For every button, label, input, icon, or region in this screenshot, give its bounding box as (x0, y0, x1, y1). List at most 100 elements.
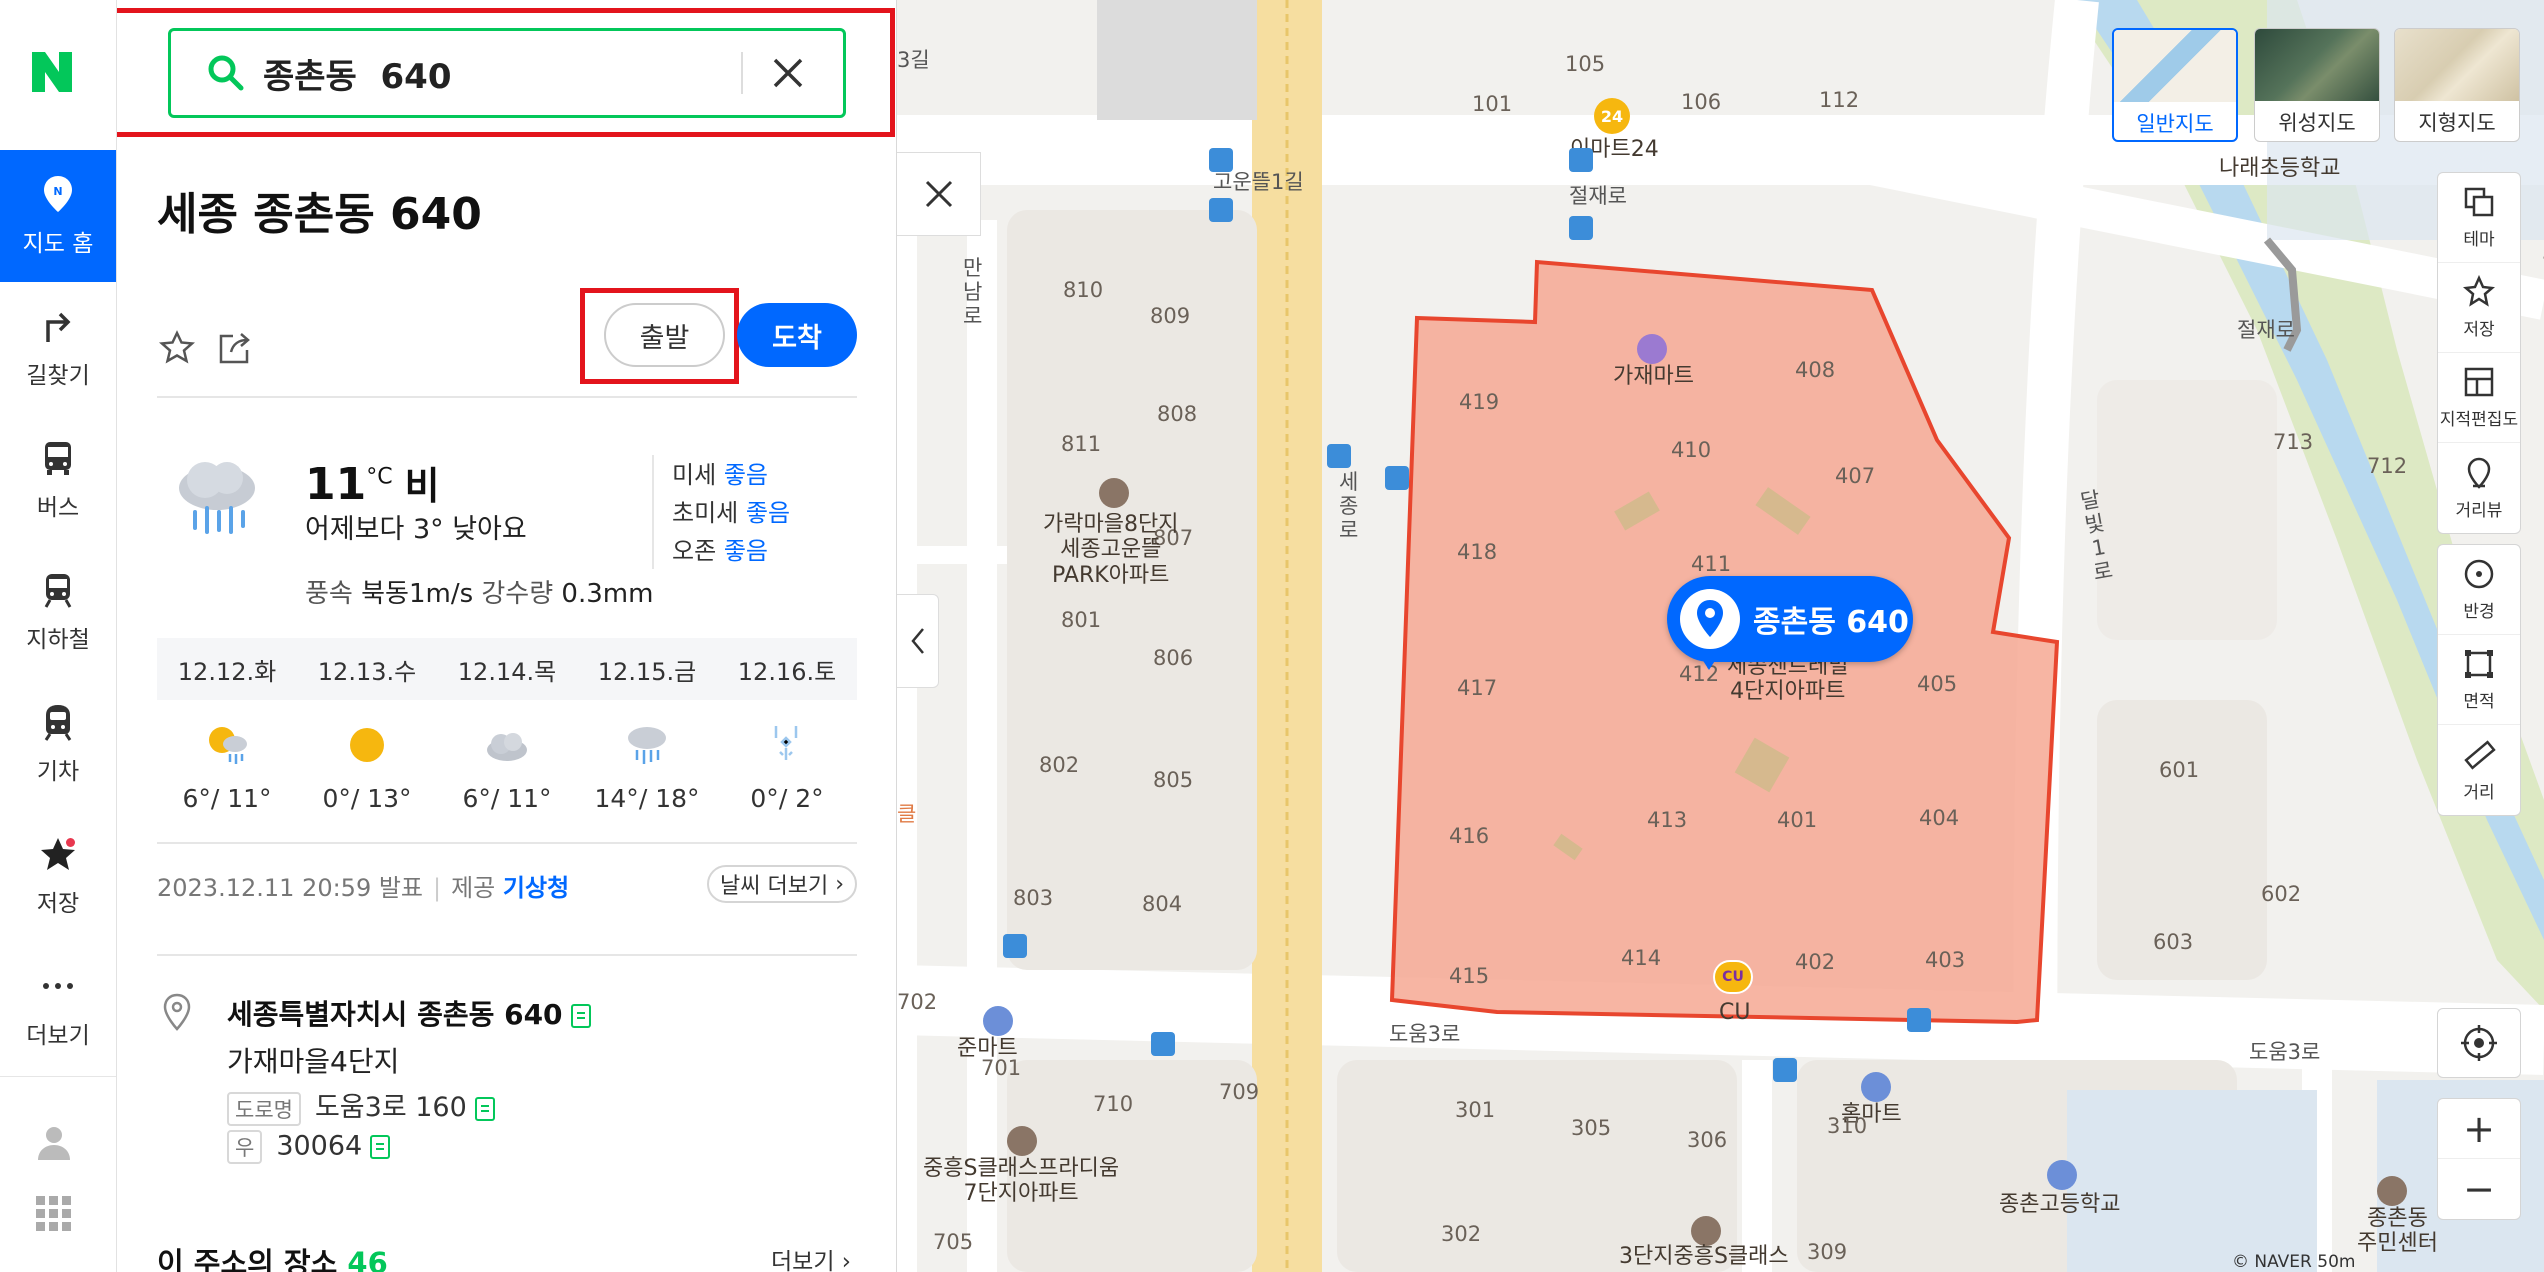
share-icon[interactable] (215, 328, 255, 368)
place-title: 세종 종촌동 640 (157, 189, 482, 240)
maptype-terrain[interactable]: 지형지도 (2394, 28, 2520, 142)
convenience-store-icon[interactable]: 24 (1594, 98, 1630, 134)
forecast-day: 12.13.수 (317, 657, 417, 686)
cloud-icon (487, 733, 527, 761)
poi-label[interactable]: 가락마을8단지 세종고운뜰 PARK아파트 (1043, 512, 1178, 588)
clear-search-icon[interactable] (771, 56, 805, 90)
arrive-button[interactable]: 도착 (737, 303, 857, 367)
places-more-link[interactable]: 더보기 › (771, 1242, 851, 1272)
zoom-in-button[interactable]: + (2438, 1099, 2520, 1159)
marker-tail (1700, 656, 1718, 670)
distance-button[interactable]: 거리 (2438, 725, 2520, 815)
bus-stop-icon[interactable] (1569, 216, 1593, 240)
rail-more[interactable]: 더보기 (0, 942, 116, 1074)
rain-icon (628, 727, 666, 764)
apartment-icon[interactable] (1099, 478, 1129, 508)
copy-icon[interactable] (570, 1004, 591, 1028)
poi-label[interactable]: 종촌고등학교 (1999, 1192, 2120, 1217)
streetview-button[interactable]: 거리뷰 (2438, 443, 2520, 533)
zoom-control: + − (2437, 1098, 2521, 1220)
area-button[interactable]: 면적 (2438, 635, 2520, 725)
naver-logo[interactable] (28, 48, 76, 96)
rail-label: 더보기 (26, 1023, 90, 1049)
locate-button[interactable] (2437, 1008, 2521, 1078)
building-number: 410 (1671, 438, 1712, 462)
weather-compare: 어제보다 3° 낮아요 (305, 514, 527, 545)
poi-label[interactable]: 나래초등학교 (2219, 156, 2340, 181)
rail-bus[interactable]: 버스 (0, 414, 116, 546)
building-number: 105 (1565, 52, 1606, 76)
apartment-icon[interactable] (1691, 1216, 1721, 1246)
mart-icon[interactable] (1861, 1072, 1891, 1102)
road-label: 절재로 (1569, 184, 1627, 208)
mart-icon[interactable] (983, 1006, 1013, 1036)
bus-stop-icon[interactable] (1003, 934, 1027, 958)
mart-icon[interactable] (1637, 334, 1667, 364)
address-road: 도로명 도움3로 160 (227, 1085, 495, 1126)
bus-stop-icon[interactable] (1327, 444, 1351, 468)
more-dots-icon (43, 983, 73, 989)
poi-label[interactable]: CU (1719, 1000, 1750, 1025)
building-number: 702 (897, 990, 938, 1014)
rain-cloud-icon (179, 462, 255, 534)
road-label: 절재로 (2237, 318, 2295, 342)
subway-icon (44, 574, 72, 608)
tool-label: 면적 (2463, 692, 2495, 712)
school-icon[interactable] (2047, 1160, 2077, 1190)
building-number: 710 (1093, 1092, 1134, 1116)
rail-label: 지하철 (26, 627, 90, 653)
poi-label[interactable]: 종촌동 주민센터 (2357, 1206, 2438, 1257)
search-input[interactable] (263, 53, 733, 93)
apartment-icon[interactable] (1007, 1126, 1037, 1156)
air-row: 미세 좋음 (672, 461, 768, 489)
poi-label[interactable]: 가재마트 (1613, 364, 1694, 389)
forecast-temp: 6°/ 11° (462, 784, 552, 813)
building-number: 806 (1153, 646, 1194, 670)
cadastral-button[interactable]: 지적편집도 (2438, 353, 2520, 443)
rail-map-home[interactable]: N 지도 홈 (0, 150, 116, 282)
government-icon[interactable] (2377, 1176, 2407, 1206)
rail-train[interactable]: 기차 (0, 678, 116, 810)
weather-more-button[interactable]: 날씨 더보기 › (707, 865, 857, 903)
bus-stop-icon[interactable] (1151, 1032, 1175, 1056)
poi-label[interactable]: 3단지중흥S클래스 (1619, 1244, 1789, 1269)
radius-button[interactable]: 반경 (2438, 545, 2520, 635)
theme-button[interactable]: 테마 (2438, 173, 2520, 263)
search-box[interactable] (168, 28, 846, 118)
bus-stop-icon[interactable] (1773, 1058, 1797, 1082)
building-number: 713 (2273, 430, 2314, 454)
copy-icon[interactable] (370, 1135, 391, 1159)
building-number: 810 (1063, 278, 1104, 302)
maptype-normal[interactable]: 일반지도 (2112, 28, 2238, 142)
cu-store-icon[interactable]: CU (1713, 960, 1753, 994)
rail-saved[interactable]: 저장 (0, 810, 116, 942)
collapse-panel-button[interactable] (897, 594, 939, 688)
save-button[interactable]: 저장 (2438, 263, 2520, 353)
rail-label: 버스 (36, 495, 80, 521)
ruler-icon (2464, 739, 2496, 770)
forecast-item: 6°/ 11° (437, 720, 577, 830)
map-text: 클 (897, 802, 917, 826)
apps-grid-icon[interactable] (36, 1196, 72, 1232)
zoom-out-button[interactable]: − (2438, 1159, 2520, 1219)
bus-stop-icon[interactable] (1907, 1008, 1931, 1032)
start-button[interactable]: 출발 (604, 303, 725, 367)
copy-icon[interactable] (474, 1096, 495, 1121)
maptype-satellite[interactable]: 위성지도 (2254, 28, 2380, 142)
rail-subway[interactable]: 지하철 (0, 546, 116, 678)
poi-label[interactable]: 중흥S클래스프라디움 7단지아파트 (923, 1156, 1119, 1207)
rail-directions[interactable]: 길찾기 (0, 282, 116, 414)
bus-stop-icon[interactable] (1209, 148, 1233, 172)
poi-label[interactable]: 준마트 (957, 1036, 1018, 1061)
bus-stop-icon[interactable] (1569, 148, 1593, 172)
road-label: 세 종 로 (1339, 470, 1359, 543)
bus-stop-icon[interactable] (1385, 466, 1409, 490)
new-badge-dot (66, 838, 75, 847)
maptype-label: 일반지도 (2136, 112, 2214, 136)
place-marker[interactable]: 종촌동 640 (1667, 576, 1913, 662)
user-icon[interactable] (34, 1122, 74, 1162)
save-star-icon[interactable] (157, 328, 197, 368)
close-panel-button[interactable] (897, 152, 981, 236)
building-number: 106 (1681, 90, 1722, 114)
bus-stop-icon[interactable] (1209, 198, 1233, 222)
